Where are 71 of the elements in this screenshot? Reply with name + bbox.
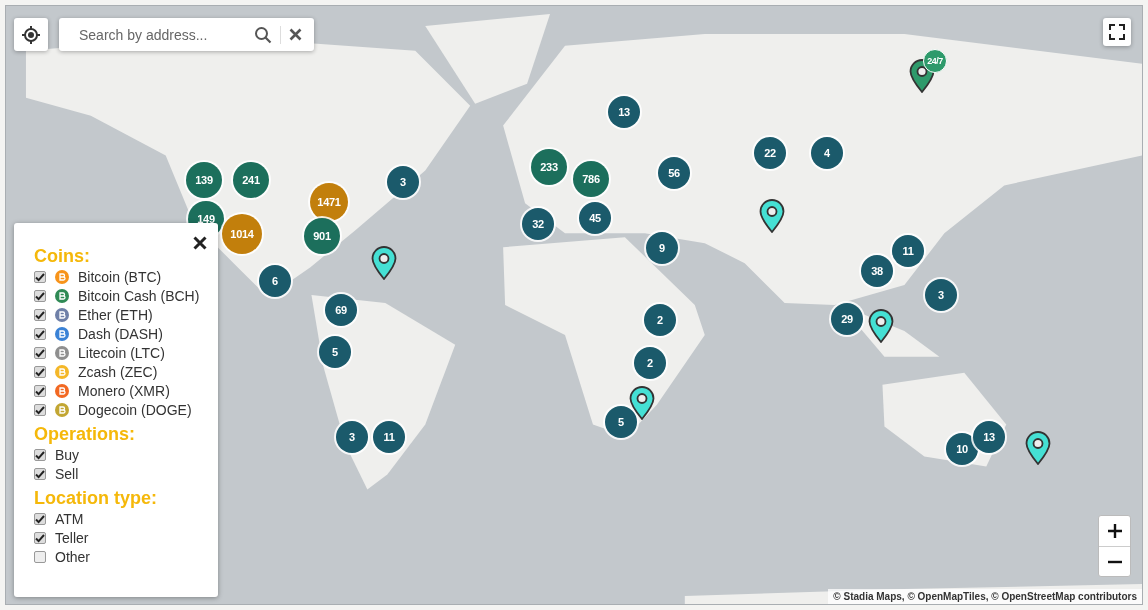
checkbox[interactable] xyxy=(34,308,46,321)
checkbox[interactable] xyxy=(34,365,46,378)
filter-label: Bitcoin Cash (BCH) xyxy=(78,287,200,304)
section-heading: Location type: xyxy=(34,487,158,509)
filter-label: Teller xyxy=(55,529,89,546)
checkbox[interactable] xyxy=(34,403,46,416)
cluster-marker[interactable]: 786 xyxy=(573,161,609,197)
filter-label: Bitcoin (BTC) xyxy=(78,268,162,285)
checkbox[interactable] xyxy=(34,289,46,302)
cluster-marker[interactable]: 13 xyxy=(973,421,1005,453)
checkbox[interactable] xyxy=(34,270,46,283)
map-pin-icon[interactable] xyxy=(868,309,894,343)
cluster-marker[interactable]: 3 xyxy=(925,279,957,311)
filter-label: ATM xyxy=(55,510,84,527)
checkbox[interactable] xyxy=(34,327,46,340)
cluster-marker[interactable]: 11 xyxy=(892,235,924,267)
cluster-marker[interactable]: 32 xyxy=(522,208,554,240)
filter-label: Dash (DASH) xyxy=(78,325,163,342)
cluster-marker[interactable]: 5 xyxy=(605,406,637,438)
cluster-marker[interactable]: 9 xyxy=(646,232,678,264)
map-pin-icon[interactable] xyxy=(759,199,785,233)
search-icon xyxy=(254,25,272,44)
cluster-marker[interactable]: 139 xyxy=(186,162,222,198)
checkbox[interactable] xyxy=(34,550,46,563)
section-heading: Coins: xyxy=(34,245,91,267)
cluster-marker[interactable]: 38 xyxy=(861,255,893,287)
filter-label: Sell xyxy=(55,465,79,482)
cluster-marker[interactable]: 56 xyxy=(658,157,690,189)
cluster-marker[interactable]: 11 xyxy=(373,421,405,453)
cluster-marker[interactable]: 901 xyxy=(304,218,340,254)
cluster-marker[interactable]: 29 xyxy=(831,303,863,335)
section-heading: Operations: xyxy=(34,423,136,445)
map-pin-icon[interactable] xyxy=(1025,431,1051,465)
cluster-marker[interactable]: 4 xyxy=(811,137,843,169)
map-pin-icon[interactable] xyxy=(371,246,397,280)
cluster-marker[interactable]: 2 xyxy=(644,304,676,336)
cluster-marker[interactable]: 69 xyxy=(325,294,357,326)
filter-label: Other xyxy=(55,548,90,565)
filter-label: Zcash (ZEC) xyxy=(78,363,158,380)
locate-button[interactable] xyxy=(14,18,48,51)
filter-label: Monero (XMR) xyxy=(78,382,170,399)
cluster-marker[interactable]: 3 xyxy=(387,166,419,198)
search-field[interactable]: Search by address... xyxy=(59,18,314,51)
cluster-marker[interactable]: 6 xyxy=(259,265,291,297)
close-icon xyxy=(193,236,207,250)
fullscreen-icon xyxy=(1109,24,1125,40)
cluster-marker[interactable]: 5 xyxy=(319,336,351,368)
cluster-marker[interactable]: 13 xyxy=(608,96,640,128)
filter-label: Ether (ETH) xyxy=(78,306,153,323)
cluster-marker[interactable]: 3 xyxy=(336,421,368,453)
checkbox[interactable] xyxy=(34,467,46,480)
checkbox[interactable] xyxy=(34,512,46,525)
cluster-marker[interactable]: 233 xyxy=(531,149,567,185)
crosshair-icon xyxy=(21,24,41,45)
checkbox[interactable] xyxy=(34,448,46,461)
close-button[interactable] xyxy=(193,236,207,250)
close-icon xyxy=(289,28,302,41)
cluster-marker[interactable]: 22 xyxy=(754,137,786,169)
attribution-text: © Stadia Maps, © OpenMapTiles, © OpenStreetMap contributors xyxy=(828,589,1142,604)
filter-label: Litecoin (LTC) xyxy=(78,344,165,361)
cluster-marker[interactable]: 45 xyxy=(579,202,611,234)
plus-icon xyxy=(1107,524,1122,538)
checkbox[interactable] xyxy=(34,384,46,397)
fullscreen-button[interactable] xyxy=(1103,18,1131,46)
checkbox[interactable] xyxy=(34,346,46,359)
filter-label: Buy xyxy=(55,446,80,463)
filter-label: Dogecoin (DOGE) xyxy=(78,401,192,418)
map-pin-icon[interactable] xyxy=(629,386,655,420)
cluster-marker[interactable]: 2 xyxy=(634,347,666,379)
checkbox[interactable] xyxy=(34,531,46,544)
cluster-marker[interactable]: 241 xyxy=(233,162,269,198)
